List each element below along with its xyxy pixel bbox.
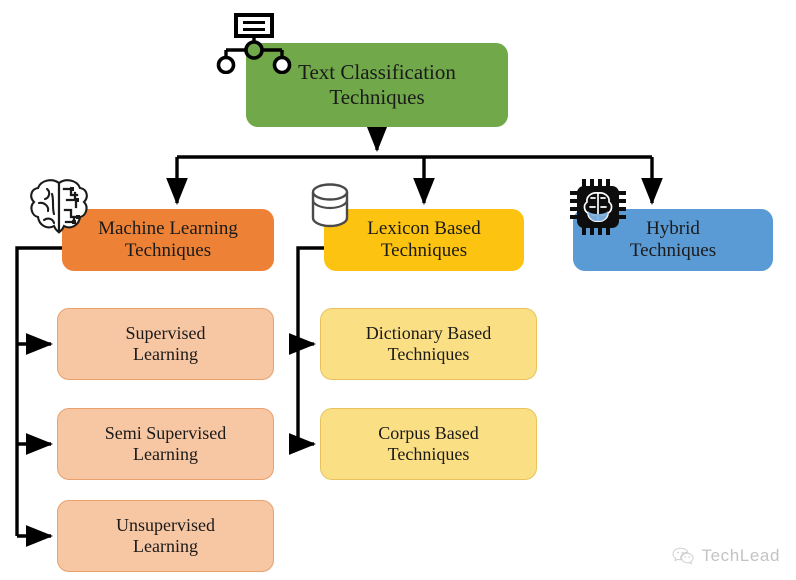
node-label: Semi Supervised Learning <box>104 422 227 464</box>
node-label: Unsupervised Learning <box>116 514 215 556</box>
node-label: Corpus Based Techniques <box>378 422 479 464</box>
node-label: Machine Learning Techniques <box>98 217 238 261</box>
node-label: Dictionary Based Techniques <box>365 322 492 364</box>
node-lexicon-based-techniques[interactable]: Lexicon Based Techniques <box>324 209 524 271</box>
watermark: TechLead <box>672 546 780 566</box>
edge-ml-trunk <box>15 246 62 536</box>
brain-icon <box>27 176 91 238</box>
node-corpus-based-techniques[interactable]: Corpus Based Techniques <box>320 408 537 480</box>
database-icon <box>308 182 352 230</box>
node-semi-supervised-learning[interactable]: Semi Supervised Learning <box>57 408 274 480</box>
ai-chip-icon <box>569 178 627 236</box>
watermark-label: TechLead <box>701 546 780 565</box>
node-label: Supervised Learning <box>125 322 206 364</box>
node-dictionary-based-techniques[interactable]: Dictionary Based Techniques <box>320 308 537 380</box>
node-machine-learning-techniques[interactable]: Machine Learning Techniques <box>62 209 274 271</box>
node-label: Text Classification Techniques <box>298 60 456 109</box>
wechat-icon <box>672 547 694 565</box>
diagram-canvas: Text Classification Techniques Machine Le… <box>0 0 796 580</box>
node-supervised-learning[interactable]: Supervised Learning <box>57 308 274 380</box>
node-unsupervised-learning[interactable]: Unsupervised Learning <box>57 500 274 572</box>
node-label: Lexicon Based Techniques <box>367 217 481 261</box>
hierarchy-icon <box>214 12 292 75</box>
node-label: Hybrid Techniques <box>629 217 717 261</box>
